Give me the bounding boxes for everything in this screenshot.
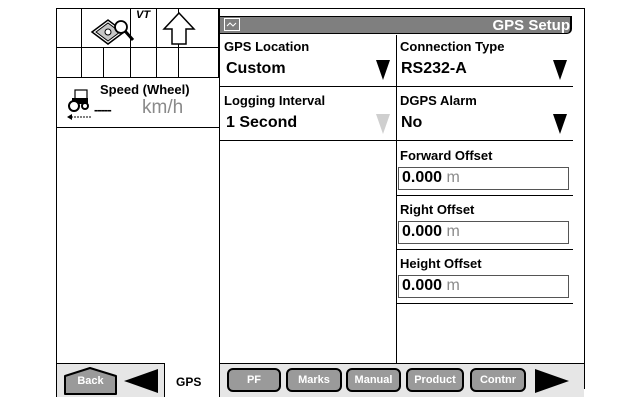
next-arrow-icon[interactable] (533, 367, 571, 395)
gps-tab-edge (219, 363, 220, 397)
row-divider (397, 303, 573, 304)
up-arrow-icon[interactable] (162, 11, 196, 46)
vt-badge: VT (136, 9, 151, 21)
speed-dashes: ----- (94, 102, 112, 117)
row-divider (220, 86, 396, 87)
screen-icon (224, 18, 240, 31)
magnifier-icon (114, 20, 135, 41)
dropdown-arrow-disabled-icon (376, 114, 390, 134)
grid-cell[interactable] (82, 48, 104, 78)
speed-divider (56, 127, 219, 128)
connection-type-dropdown[interactable]: RS232-A (398, 58, 570, 82)
dgps-alarm-dropdown[interactable]: No (398, 112, 570, 136)
manual-button[interactable]: Manual (346, 368, 401, 392)
panel-divider (219, 8, 220, 363)
forward-offset-field[interactable]: 0.000 m (398, 167, 569, 190)
speed-label: Speed (Wheel) (100, 82, 190, 97)
forward-offset-value-wrap: 0.000 m (402, 169, 460, 187)
right-offset-value-wrap: 0.000 m (402, 223, 460, 241)
right-offset-field[interactable]: 0.000 m (398, 221, 569, 244)
right-offset-label: Right Offset (400, 202, 475, 217)
row-divider (397, 140, 573, 141)
dropdown-arrow-icon (553, 114, 567, 134)
prev-arrow-icon[interactable] (122, 367, 160, 395)
row-divider (397, 195, 573, 196)
row-divider (397, 249, 573, 250)
gps-location-dropdown[interactable]: Custom (222, 58, 394, 82)
logging-interval-label: Logging Interval (224, 93, 326, 108)
speed-unit: km/h (142, 97, 184, 118)
page-title: GPS Setup (492, 17, 570, 34)
right-offset-unit: m (446, 223, 460, 240)
height-offset-value-wrap: 0.000 m (402, 277, 460, 295)
dropdown-arrow-icon (553, 60, 567, 80)
grid-cell[interactable] (56, 9, 82, 48)
height-offset-value: 0.000 (402, 277, 443, 294)
grid-cell[interactable] (157, 48, 179, 78)
dropdown-arrow-icon (376, 60, 390, 80)
dgps-alarm-value: No (401, 114, 423, 131)
connection-type-label: Connection Type (400, 39, 505, 54)
forward-offset-unit: m (446, 169, 460, 186)
height-offset-label: Height Offset (400, 256, 482, 271)
gps-location-label: GPS Location (224, 39, 310, 54)
grid-cell[interactable] (56, 48, 82, 78)
row-divider (220, 140, 396, 141)
height-offset-field[interactable]: 0.000 m (398, 275, 569, 298)
pf-button[interactable]: PF (227, 368, 281, 392)
marks-button[interactable]: Marks (286, 368, 342, 392)
grid-cell[interactable] (104, 48, 131, 78)
forward-offset-value: 0.000 (402, 169, 443, 186)
logging-interval-dropdown: 1 Second (222, 112, 394, 136)
row-divider (397, 86, 573, 87)
right-frame-line (584, 8, 585, 389)
grid-cell[interactable] (179, 48, 219, 78)
tractor-icon (67, 89, 92, 120)
logging-interval-value: 1 Second (226, 114, 298, 131)
contnr-button[interactable]: Contnr (470, 368, 526, 392)
gps-tab-edge (164, 363, 165, 397)
dgps-alarm-label: DGPS Alarm (400, 93, 477, 108)
connection-type-value: RS232-A (401, 60, 467, 77)
forward-offset-label: Forward Offset (400, 148, 493, 163)
grid-cell[interactable] (131, 48, 157, 78)
column-divider (396, 35, 397, 363)
product-button[interactable]: Product (406, 368, 464, 392)
tab-gps[interactable]: GPS (176, 375, 201, 389)
right-offset-value: 0.000 (402, 223, 443, 240)
back-button-label: Back (77, 375, 104, 387)
height-offset-unit: m (446, 277, 460, 294)
gps-location-value: Custom (226, 60, 286, 77)
